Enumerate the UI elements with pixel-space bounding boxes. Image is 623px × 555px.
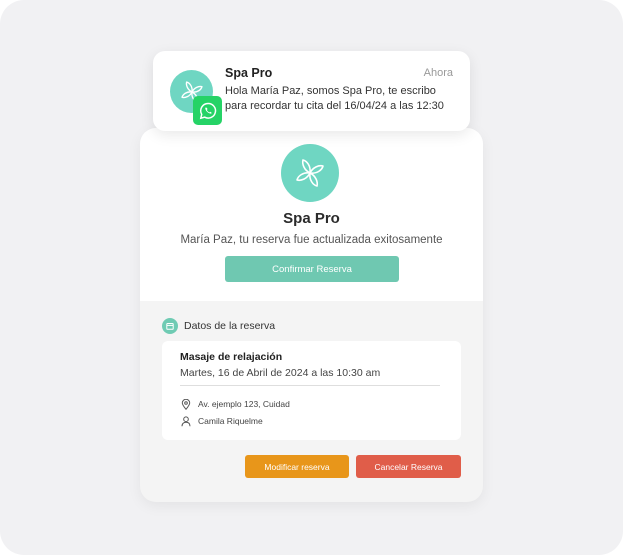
reservation-details: Masaje de relajación Martes, 16 de Abril… xyxy=(162,341,461,440)
section-title: Datos de la reserva xyxy=(184,320,276,332)
address-text: Av. ejemplo 123, Cuidad xyxy=(198,399,290,409)
section-header: Datos de la reserva xyxy=(162,318,275,334)
notification-sender: Spa Pro xyxy=(225,66,273,80)
lotus-icon xyxy=(296,159,324,187)
staff-row: Camila Riquelme xyxy=(180,415,263,427)
cancel-reservation-button[interactable]: Cancelar Reserva xyxy=(356,455,461,478)
service-datetime: Martes, 16 de Abril de 2024 a las 10:30 … xyxy=(180,367,381,379)
address-row: Av. ejemplo 123, Cuidad xyxy=(180,398,290,410)
whatsapp-icon xyxy=(193,96,222,125)
location-pin-icon xyxy=(180,398,192,410)
divider xyxy=(180,385,440,386)
person-icon xyxy=(180,415,192,427)
brand-logo xyxy=(281,144,339,202)
notification-message-line: para recordar tu cita del 16/04/24 a las… xyxy=(225,100,444,112)
whatsapp-notification[interactable]: Spa Pro Ahora Hola María Paz, somos Spa … xyxy=(153,51,470,131)
reservation-card: Spa Pro María Paz, tu reserva fue actual… xyxy=(140,128,483,502)
notification-message-line: Hola María Paz, somos Spa Pro, te escrib… xyxy=(225,85,436,97)
confirm-reservation-button[interactable]: Confirmar Reserva xyxy=(225,256,399,282)
modify-reservation-button[interactable]: Modificar reserva xyxy=(245,455,349,478)
confirmation-message: María Paz, tu reserva fue actualizada ex… xyxy=(180,234,443,246)
notification-message: Hola María Paz, somos Spa Pro, te escrib… xyxy=(225,84,461,114)
service-name: Masaje de relajación xyxy=(180,351,283,363)
card-header: Spa Pro María Paz, tu reserva fue actual… xyxy=(140,128,483,301)
staff-name: Camila Riquelme xyxy=(198,416,263,426)
background-panel: Spa Pro María Paz, tu reserva fue actual… xyxy=(0,0,623,555)
calendar-icon xyxy=(162,318,178,334)
brand-name: Spa Pro xyxy=(283,210,340,227)
notification-time: Ahora xyxy=(423,67,453,79)
